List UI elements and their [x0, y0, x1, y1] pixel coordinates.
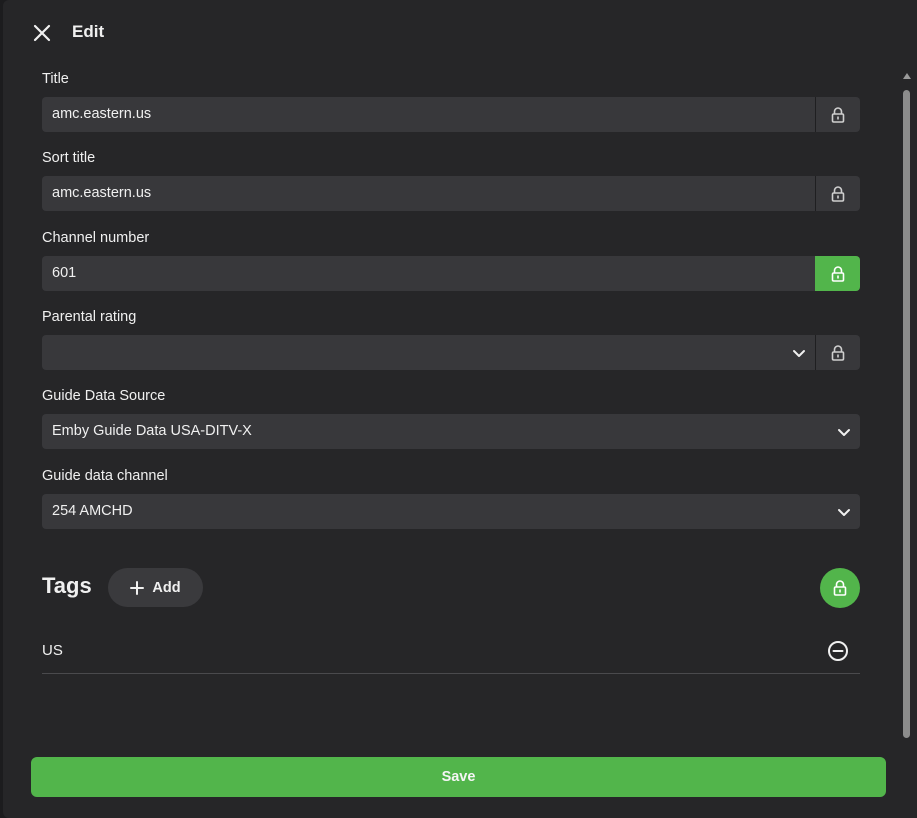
parental-rating-field: Parental rating — [42, 307, 860, 370]
dialog-title: Edit — [72, 22, 105, 41]
lock-icon — [831, 344, 845, 361]
title-label: Title — [42, 71, 69, 87]
title-input[interactable]: amc.eastern.us — [42, 97, 815, 132]
scrollbar-thumb[interactable] — [903, 90, 910, 738]
guide-data-source-field: Guide Data Source Emby Guide Data USA-DI… — [42, 386, 860, 449]
remove-tag-button[interactable] — [823, 636, 853, 666]
channel-number-lock-button[interactable] — [815, 256, 860, 291]
guide-data-channel-select[interactable]: 254 AMCHD — [42, 494, 860, 529]
chevron-down-icon — [793, 350, 805, 357]
edit-dialog: Edit Title amc.eastern.us Sort title amc… — [3, 0, 917, 818]
scroll-up-arrow-icon[interactable] — [903, 73, 911, 79]
chevron-down-icon — [838, 509, 850, 516]
parental-rating-lock-button[interactable] — [815, 335, 860, 370]
parental-rating-label: Parental rating — [42, 309, 137, 325]
tag-label: US — [42, 642, 63, 659]
lock-icon — [831, 265, 845, 282]
channel-number-label: Channel number — [42, 230, 150, 246]
add-tag-label: Add — [152, 579, 181, 596]
parental-rating-select[interactable] — [42, 335, 815, 370]
dialog-header: Edit — [3, 0, 917, 62]
guide-data-source-value: Emby Guide Data USA-DITV-X — [52, 423, 252, 439]
channel-number-input[interactable]: 601 — [42, 256, 815, 291]
guide-data-source-select[interactable]: Emby Guide Data USA-DITV-X — [42, 414, 860, 449]
close-icon — [33, 24, 51, 42]
sort-title-field: Sort title amc.eastern.us — [42, 148, 860, 211]
lock-icon — [831, 106, 845, 123]
guide-data-channel-field: Guide data channel 254 AMCHD — [42, 466, 860, 529]
guide-data-source-label: Guide Data Source — [42, 388, 166, 404]
tags-lock-button[interactable] — [820, 568, 860, 608]
title-field: Title amc.eastern.us — [42, 69, 860, 132]
lock-icon — [831, 185, 845, 202]
scrollbar[interactable] — [902, 70, 912, 740]
channel-number-field: Channel number 601 — [42, 228, 860, 291]
sort-title-lock-button[interactable] — [815, 176, 860, 211]
tags-heading: Tags — [42, 573, 92, 598]
tag-list-item: US — [42, 628, 860, 674]
close-button[interactable] — [27, 18, 57, 48]
plus-icon — [130, 580, 145, 595]
add-tag-button[interactable]: Add — [108, 568, 203, 607]
minus-circle-icon — [828, 640, 848, 661]
lock-icon — [833, 580, 847, 596]
sort-title-input[interactable]: amc.eastern.us — [42, 176, 815, 211]
chevron-down-icon — [838, 429, 850, 436]
guide-data-channel-value: 254 AMCHD — [52, 503, 133, 519]
sort-title-label: Sort title — [42, 150, 96, 166]
title-lock-button[interactable] — [815, 97, 860, 132]
save-button[interactable]: Save — [31, 757, 886, 797]
guide-data-channel-label: Guide data channel — [42, 468, 168, 484]
